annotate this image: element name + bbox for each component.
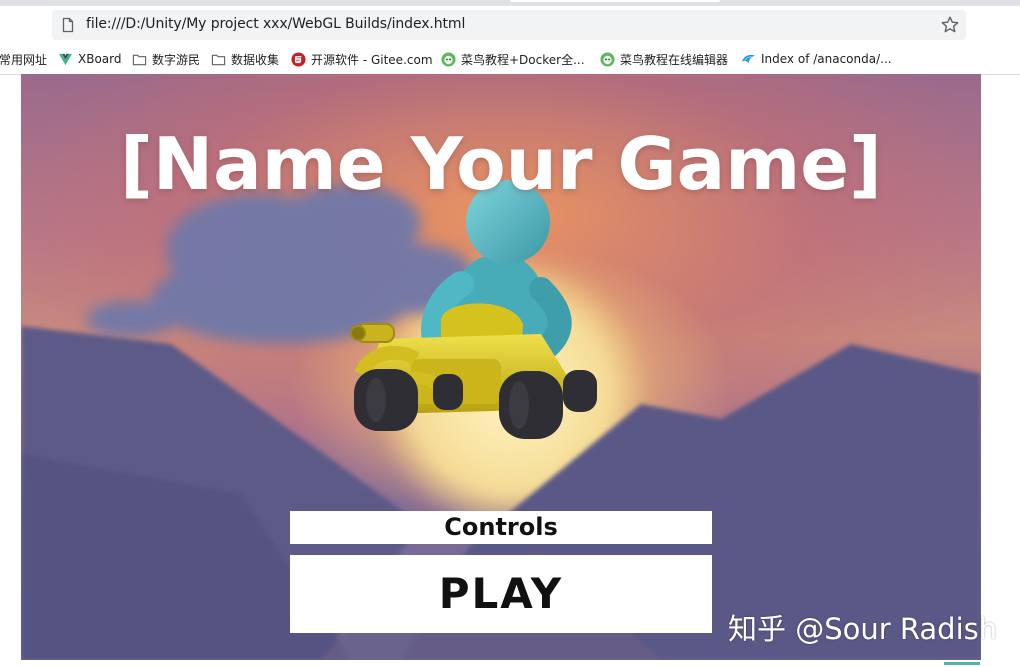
page-icon <box>62 17 74 33</box>
bookmark-star-icon[interactable] <box>940 15 960 35</box>
bookmark-gitee[interactable]: 开源软件 - Gitee.com <box>291 50 433 68</box>
folder-icon <box>132 54 147 65</box>
game-canvas[interactable]: [Name Your Game] Controls PLAY <box>21 74 981 660</box>
bookmark-label: XBoard <box>78 52 122 66</box>
bookmark-label: 菜鸟教程在线编辑器 <box>620 52 729 67</box>
address-bar[interactable]: file:///D:/Unity/My project xxx/WebGL Bu… <box>52 10 966 40</box>
bookmark-anaconda-index[interactable]: Index of /anaconda/... <box>741 50 892 68</box>
bookmark-runoob-docker[interactable]: 菜鸟教程+Docker全... <box>441 50 585 68</box>
bookmark-label: 开源软件 - Gitee.com <box>311 52 433 67</box>
play-button[interactable]: PLAY <box>290 555 712 633</box>
bookmark-label: Index of /anaconda/... <box>761 52 892 66</box>
url-text[interactable]: file:///D:/Unity/My project xxx/WebGL Bu… <box>86 16 465 32</box>
bookmarks-bar: 常用网址 XBoard 数字游民 数据收集 开源软件 - Gitee.com 菜… <box>0 44 1020 75</box>
active-tab[interactable] <box>510 0 720 2</box>
bookmark-label: 菜鸟教程+Docker全... <box>461 52 585 67</box>
gitee-logo-icon <box>291 51 306 67</box>
game-title: [Name Your Game] <box>120 122 882 206</box>
corner-accent <box>944 662 980 665</box>
runoob-logo-icon <box>600 51 615 67</box>
vue-logo-icon <box>58 53 73 65</box>
folder-icon <box>211 54 226 65</box>
bookmark-label: 数字游民 <box>152 52 201 67</box>
bookmark-data-collection[interactable]: 数据收集 <box>211 50 279 68</box>
bookmark-runoob-editor[interactable]: 菜鸟教程在线编辑器 <box>600 50 728 68</box>
runoob-logo-icon <box>441 51 456 67</box>
bookmark-digital-nomad[interactable]: 数字游民 <box>132 50 200 68</box>
controls-button[interactable]: Controls <box>290 511 712 544</box>
anaconda-bird-icon <box>741 54 756 63</box>
browser-toolbar: file:///D:/Unity/My project xxx/WebGL Bu… <box>0 6 1020 44</box>
zhihu-watermark: 知乎 @Sour Radish <box>728 612 998 646</box>
bookmark-label: 常用网址 <box>0 52 48 67</box>
bookmark-common-sites[interactable]: 常用网址 <box>0 50 47 68</box>
bookmark-xboard[interactable]: XBoard <box>58 50 122 68</box>
bookmark-label: 数据收集 <box>231 52 280 67</box>
